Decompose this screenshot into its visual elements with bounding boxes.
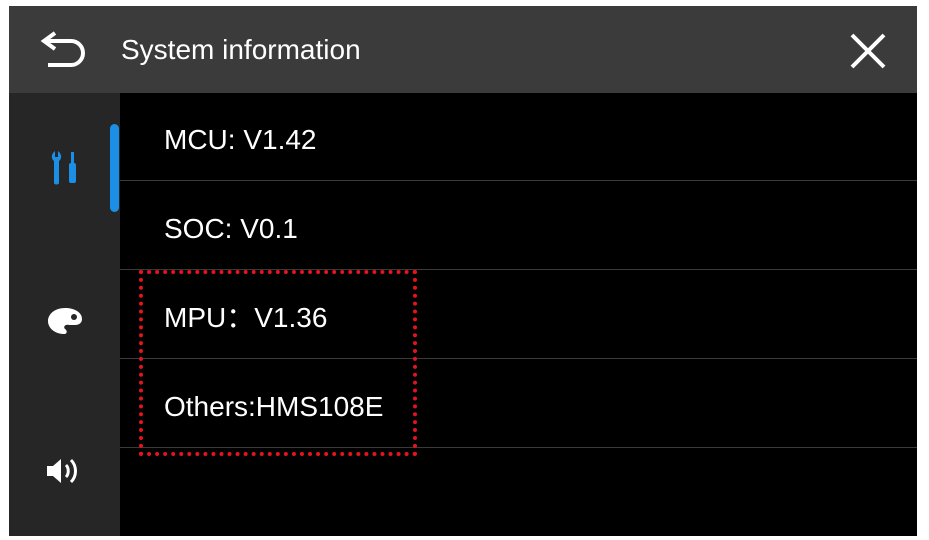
back-arrow-icon — [40, 31, 85, 67]
sidebar-item-sound[interactable] — [9, 426, 120, 516]
close-button[interactable] — [845, 28, 891, 74]
close-icon — [850, 33, 886, 69]
info-row-soc[interactable]: SOC: V0.1 — [120, 182, 917, 270]
device-screen: System information MCU: V1.42 SOC: V0.1 … — [9, 6, 917, 536]
tools-icon — [51, 151, 76, 185]
palette-icon — [47, 308, 82, 334]
others-version: Others:HMS108E — [164, 391, 384, 422]
info-row-others[interactable]: Others:HMS108E — [120, 360, 917, 448]
info-row-mpu[interactable]: MPU：V1.36 — [120, 271, 917, 359]
mpu-version: MPU：V1.36 — [164, 302, 328, 333]
sidebar-item-tools[interactable] — [9, 123, 120, 213]
mcu-version: MCU: V1.42 — [164, 124, 317, 155]
info-list: MCU: V1.42 SOC: V0.1 MPU：V1.36 Others:HM… — [120, 93, 917, 536]
back-button[interactable] — [35, 28, 91, 72]
speaker-icon — [46, 458, 77, 484]
sidebar — [9, 93, 120, 536]
sidebar-item-theme[interactable] — [9, 276, 120, 366]
info-row-mcu[interactable]: MCU: V1.42 — [120, 93, 917, 181]
soc-version: SOC: V0.1 — [164, 213, 298, 244]
header-bar: System information — [9, 6, 917, 93]
page-title: System information — [121, 34, 361, 65]
